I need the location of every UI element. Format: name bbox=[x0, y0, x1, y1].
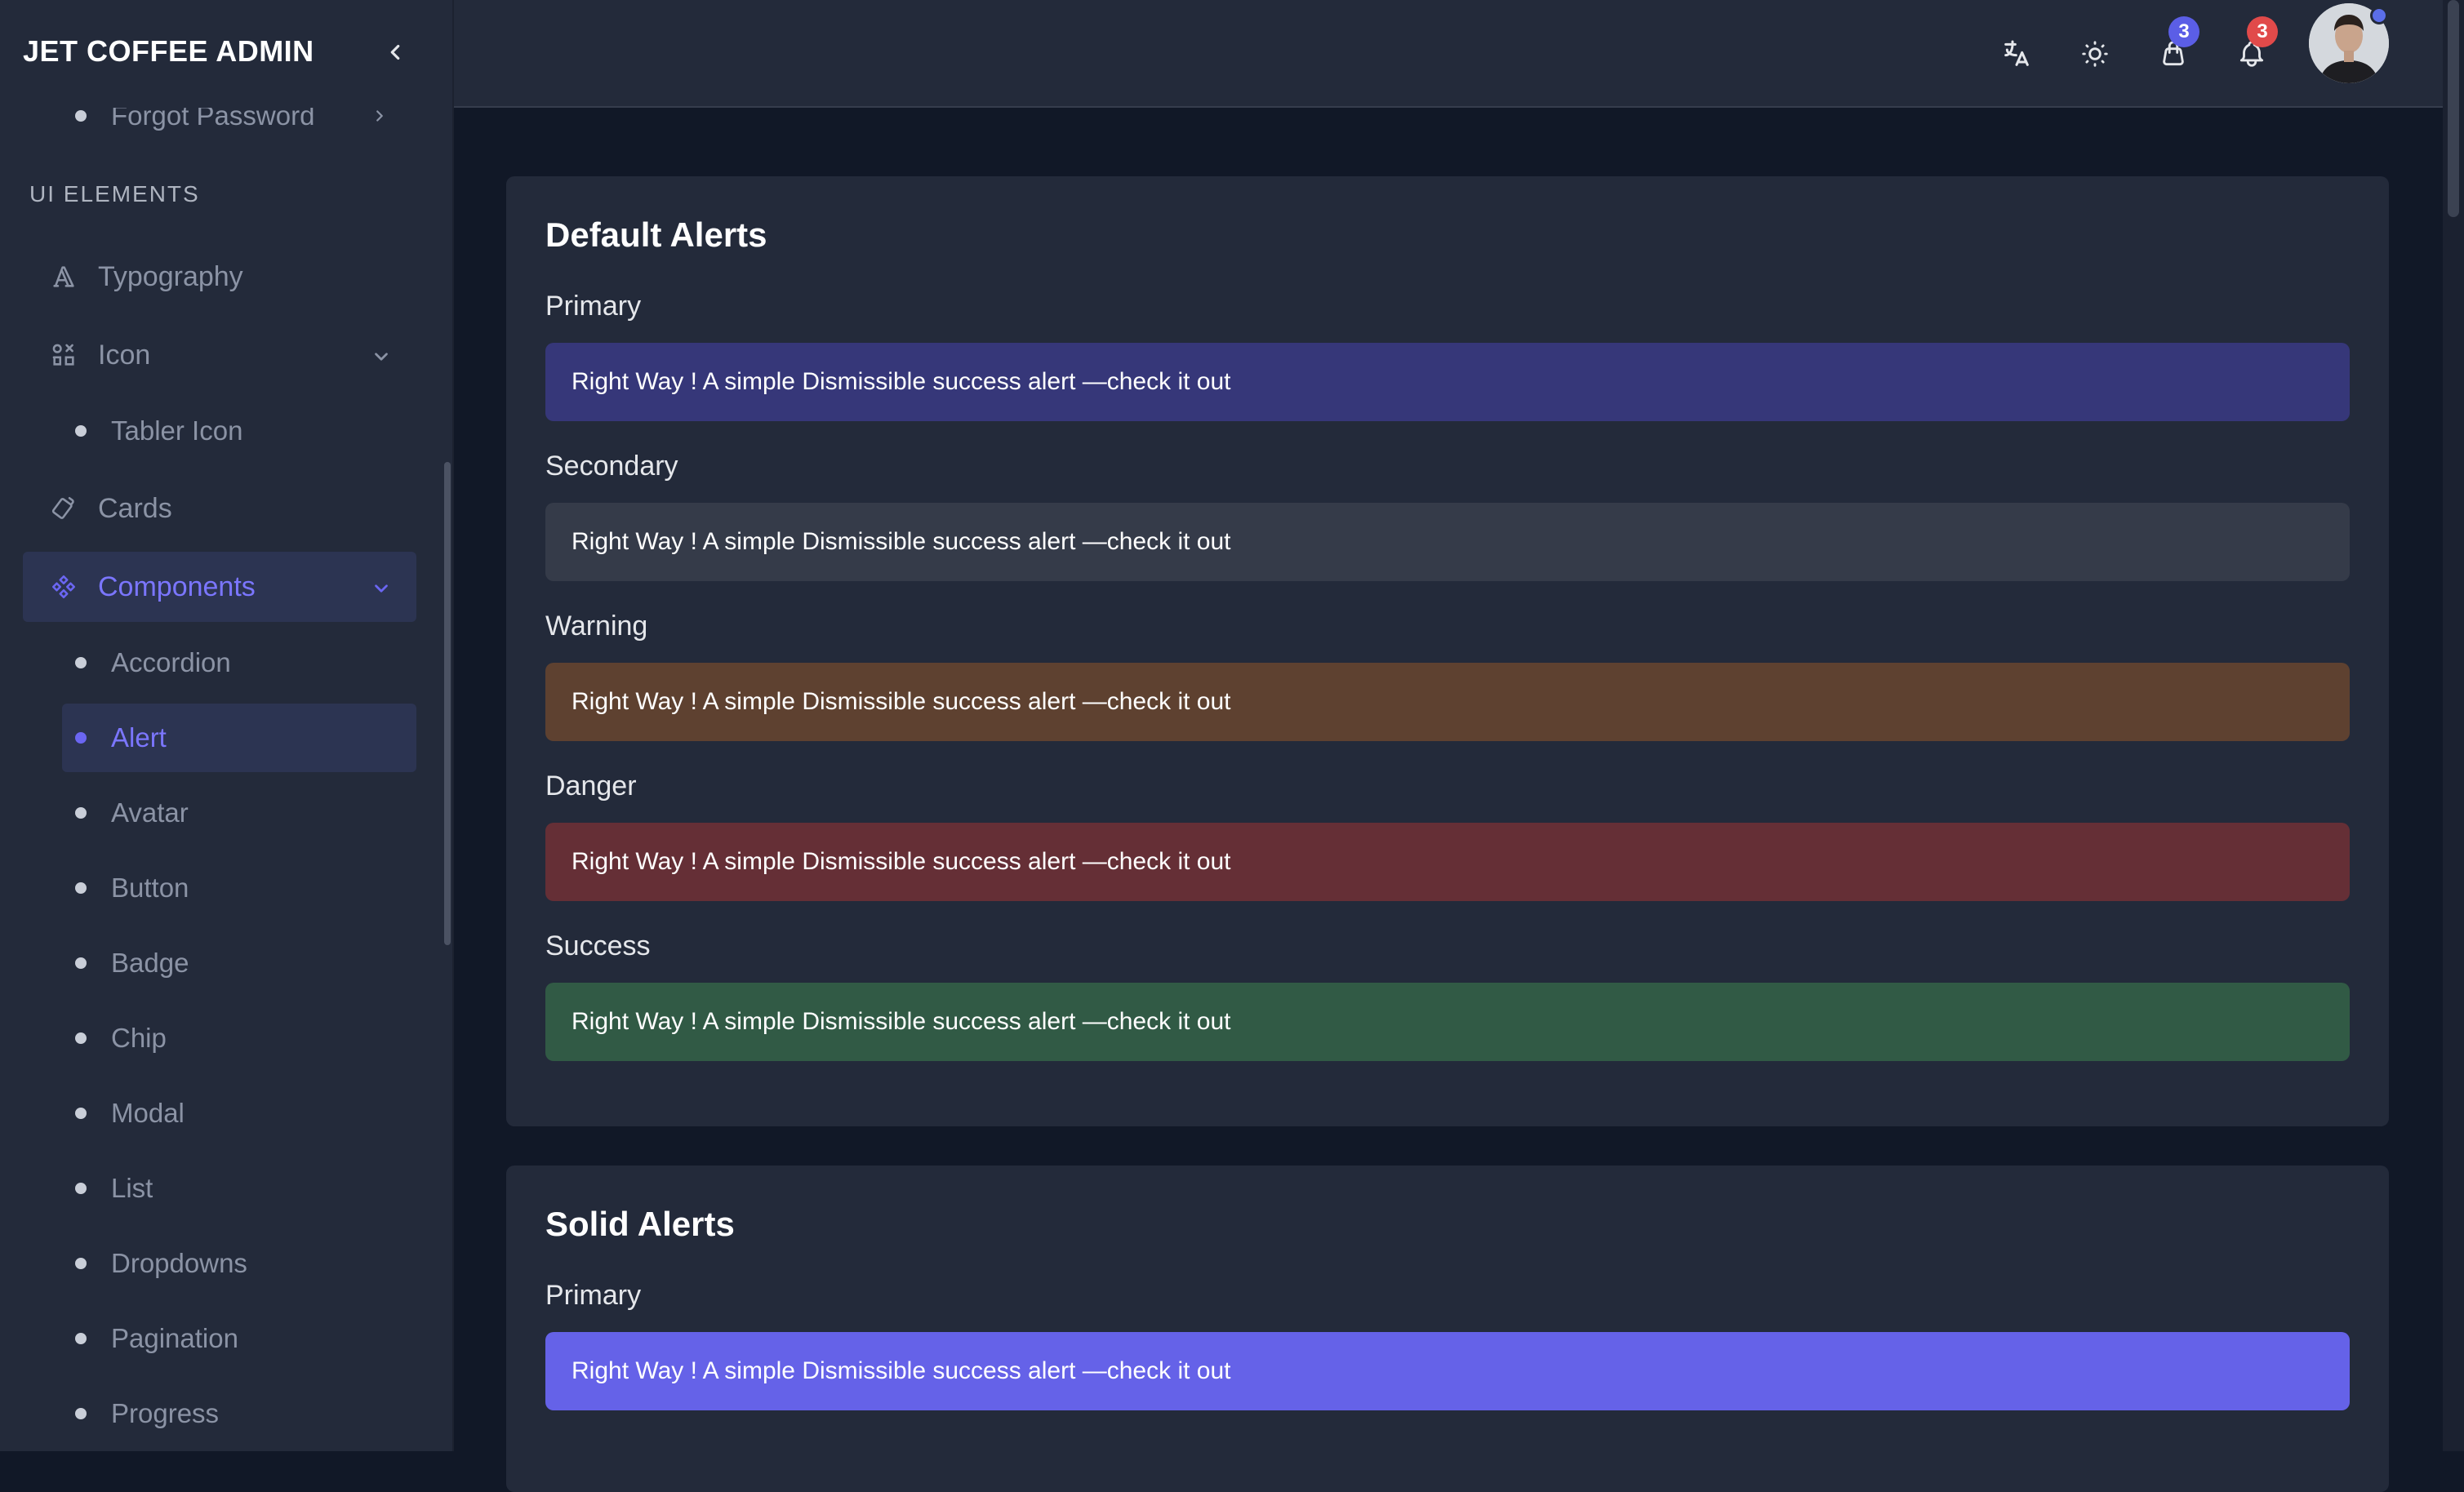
sidebar-item-label: Icon bbox=[98, 339, 151, 371]
chevron-down-icon bbox=[371, 343, 392, 375]
cards-icon bbox=[47, 492, 80, 525]
bullet-icon bbox=[75, 882, 87, 894]
typography-icon bbox=[47, 260, 80, 293]
alert-label-danger: Danger bbox=[545, 770, 637, 802]
sidebar-item-label: Button bbox=[111, 873, 189, 903]
card-title: Solid Alerts bbox=[545, 1205, 735, 1243]
bullet-icon bbox=[75, 657, 87, 668]
alert-solid-primary[interactable]: Right Way ! A simple Dismissible success… bbox=[545, 1332, 2350, 1410]
page-scrollbar-track bbox=[2443, 0, 2464, 1451]
theme-toggle-button[interactable] bbox=[2070, 29, 2119, 78]
sidebar-item-avatar[interactable]: Avatar bbox=[62, 779, 416, 847]
sidebar: Forgot Password UI ELEMENTS Typography I… bbox=[0, 0, 454, 1451]
cart-count-badge: 3 bbox=[2168, 16, 2199, 47]
sidebar-section-title: UI ELEMENTS bbox=[29, 181, 200, 206]
sidebar-item-progress[interactable]: Progress bbox=[62, 1379, 416, 1448]
solid-alerts-card: Solid Alerts Primary Right Way ! A simpl… bbox=[506, 1166, 2389, 1492]
top-header bbox=[454, 0, 2443, 108]
bullet-icon bbox=[75, 957, 87, 969]
sidebar-item-label: Avatar bbox=[111, 797, 189, 828]
sidebar-scrollbar[interactable] bbox=[444, 462, 451, 945]
alert-danger[interactable]: Right Way ! A simple Dismissible success… bbox=[545, 823, 2350, 901]
default-alerts-card: Default Alerts Primary Right Way ! A sim… bbox=[506, 176, 2389, 1126]
sidebar-item-label: List bbox=[111, 1173, 153, 1203]
bullet-icon bbox=[75, 110, 87, 122]
sidebar-item-label: Badge bbox=[111, 948, 189, 978]
bullet-icon bbox=[75, 1183, 87, 1194]
sidebar-item-label: Cards bbox=[98, 492, 172, 524]
bullet-icon bbox=[75, 1032, 87, 1044]
alert-text: Right Way ! A simple Dismissible success… bbox=[572, 368, 1231, 395]
online-status-dot bbox=[2370, 7, 2388, 24]
bullet-icon bbox=[75, 425, 87, 437]
sidebar-item-label: Pagination bbox=[111, 1323, 238, 1353]
alert-text: Right Way ! A simple Dismissible success… bbox=[572, 1008, 1231, 1035]
sidebar-item-list[interactable]: List bbox=[62, 1154, 416, 1223]
sidebar-item-pagination[interactable]: Pagination bbox=[62, 1304, 416, 1373]
sidebar-item-accordion[interactable]: Accordion bbox=[62, 628, 416, 697]
sidebar-item-label: Accordion bbox=[111, 647, 231, 677]
alert-label-secondary: Secondary bbox=[545, 451, 678, 482]
card-title: Default Alerts bbox=[545, 215, 767, 254]
bullet-icon bbox=[75, 1408, 87, 1419]
alert-label-primary: Primary bbox=[545, 291, 642, 322]
chevron-left-icon bbox=[390, 44, 400, 60]
alert-primary[interactable]: Right Way ! A simple Dismissible success… bbox=[545, 343, 2350, 421]
alert-label-warning: Warning bbox=[545, 611, 648, 642]
alert-label-primary: Primary bbox=[545, 1280, 642, 1311]
alert-warning[interactable]: Right Way ! A simple Dismissible success… bbox=[545, 663, 2350, 741]
chevron-down-icon bbox=[371, 575, 392, 606]
translate-button[interactable] bbox=[1992, 29, 2041, 78]
sidebar-item-badge[interactable]: Badge bbox=[62, 929, 416, 997]
sidebar-item-button[interactable]: Button bbox=[62, 854, 416, 922]
sun-icon bbox=[2082, 41, 2108, 67]
alert-label-success: Success bbox=[545, 930, 651, 961]
app-title: JET COFFEE ADMIN bbox=[23, 34, 314, 68]
sidebar-item-components[interactable]: Components bbox=[23, 552, 416, 622]
sidebar-item-label: Dropdowns bbox=[111, 1248, 247, 1278]
bullet-icon bbox=[75, 1258, 87, 1269]
sidebar-item-label: Chip bbox=[111, 1023, 167, 1053]
sidebar-item-label: Alert bbox=[111, 722, 167, 753]
alert-text: Right Way ! A simple Dismissible success… bbox=[572, 848, 1231, 875]
sidebar-item-alert[interactable]: Alert bbox=[62, 704, 416, 772]
icons-icon bbox=[47, 339, 80, 371]
alert-text: Right Way ! A simple Dismissible success… bbox=[572, 688, 1231, 715]
notification-count-badge: 3 bbox=[2247, 16, 2278, 47]
bullet-icon bbox=[75, 1333, 87, 1344]
alert-success[interactable]: Right Way ! A simple Dismissible success… bbox=[545, 983, 2350, 1061]
sidebar-item-modal[interactable]: Modal bbox=[62, 1079, 416, 1148]
sidebar-item-tabler-icon[interactable]: Tabler Icon bbox=[62, 397, 416, 465]
collapse-sidebar-button[interactable] bbox=[380, 34, 410, 70]
bullet-icon bbox=[75, 807, 87, 819]
page-scrollbar[interactable] bbox=[2448, 0, 2459, 217]
sidebar-item-typography[interactable]: Typography bbox=[23, 242, 416, 312]
sidebar-item-label: Progress bbox=[111, 1398, 220, 1428]
sidebar-item-label: Tabler Icon bbox=[111, 415, 243, 446]
bullet-icon bbox=[75, 732, 87, 744]
sidebar-item-label: Modal bbox=[111, 1098, 185, 1128]
sidebar-item-cards[interactable]: Cards bbox=[23, 473, 416, 544]
sidebar-item-dropdowns[interactable]: Dropdowns bbox=[62, 1229, 416, 1298]
sidebar-item-label: Typography bbox=[98, 260, 243, 292]
alert-text: Right Way ! A simple Dismissible success… bbox=[572, 1357, 1231, 1384]
translate-icon bbox=[2004, 40, 2029, 66]
alert-secondary[interactable]: Right Way ! A simple Dismissible success… bbox=[545, 503, 2350, 581]
brand-header: JET COFFEE ADMIN bbox=[0, 0, 452, 108]
sidebar-item-icon[interactable]: Icon bbox=[23, 320, 416, 390]
sidebar-item-chip[interactable]: Chip bbox=[62, 1004, 416, 1072]
components-icon bbox=[47, 571, 80, 603]
bullet-icon bbox=[75, 1108, 87, 1119]
alert-text: Right Way ! A simple Dismissible success… bbox=[572, 528, 1231, 555]
sidebar-item-label: Components bbox=[98, 571, 256, 602]
